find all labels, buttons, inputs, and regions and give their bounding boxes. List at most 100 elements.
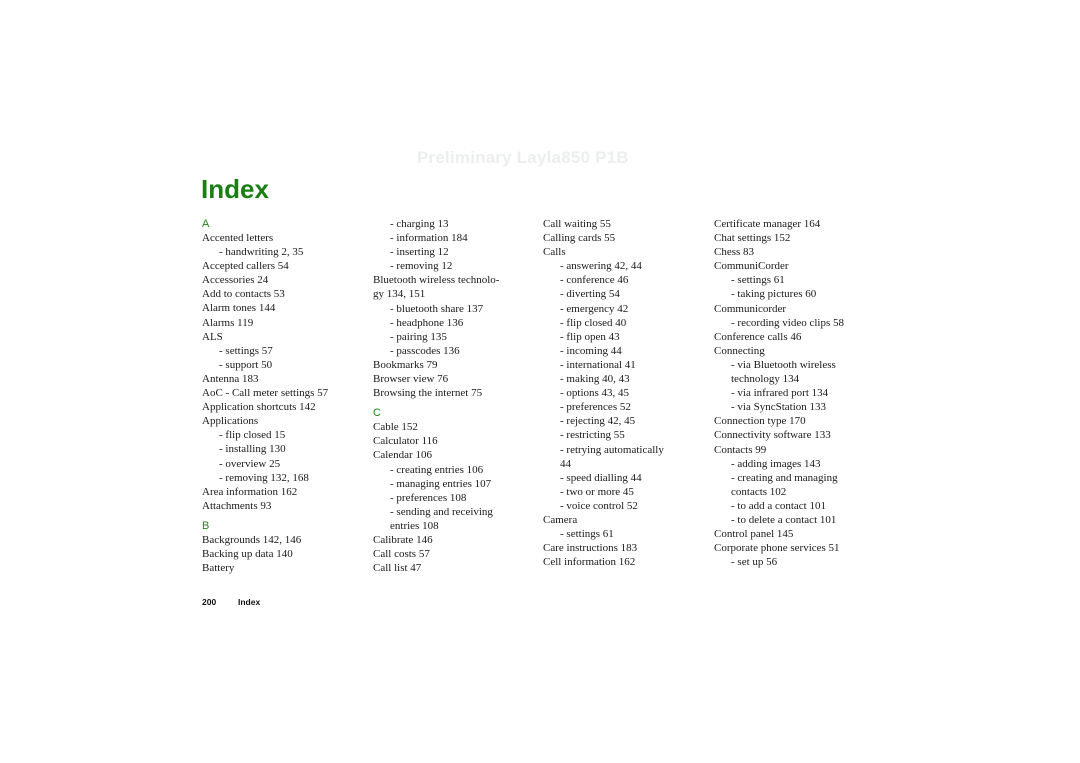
index-subentry: - bluetooth share 137 xyxy=(390,302,484,315)
index-subentry: - retrying automatically xyxy=(560,443,664,456)
index-subentry: - conference 46 xyxy=(560,274,629,287)
index-subentry: - adding images 143 xyxy=(731,457,821,470)
index-subentry: - managing entries 107 xyxy=(390,477,492,490)
index-subentry: - inserting 12 xyxy=(390,246,449,259)
index-entry: Accessories 24 xyxy=(202,274,269,287)
index-subentry: - international 41 xyxy=(560,358,636,371)
index-entry: Call waiting 55 xyxy=(543,218,611,230)
index-subentry: - settings 57 xyxy=(219,344,273,357)
index-subentry: - pairing 135 xyxy=(390,330,447,343)
index-subentry: - speed dialling 44 xyxy=(560,471,642,484)
index-entry: Area information 162 xyxy=(202,485,298,498)
index-entry: Attachments 93 xyxy=(202,499,272,512)
index-entry: Alarms 119 xyxy=(202,316,254,329)
index-subentry: - incoming 44 xyxy=(560,344,622,357)
index-subentry: - settings 61 xyxy=(731,274,785,287)
index-subentry: - removing 12 xyxy=(390,260,453,273)
index-subentry: - information 184 xyxy=(390,232,468,245)
page-footer: 200 Index xyxy=(202,597,260,607)
index-subentry: - flip open 43 xyxy=(560,330,620,343)
page-number: 200 xyxy=(202,597,217,607)
index-subentry: - installing 130 xyxy=(219,443,286,456)
index-entry: Accepted callers 54 xyxy=(202,260,289,273)
index-column-1: A Accented letters - handwriting 2, 35 Acce… xyxy=(202,217,367,575)
index-entry: Antenna 183 xyxy=(202,372,259,385)
index-subentry: - taking pictures 60 xyxy=(731,288,817,301)
section-letter: A xyxy=(202,218,210,230)
footer-section-title: Index xyxy=(238,597,261,607)
index-entry: CommuniCorder xyxy=(714,260,789,273)
index-entry: Calculator 116 xyxy=(373,435,438,448)
index-entry: Communicorder xyxy=(714,302,787,315)
index-subentry: - to add a contact 101 xyxy=(731,499,826,512)
index-entry: Control panel 145 xyxy=(714,528,794,541)
index-subentry: - handwriting 2, 35 xyxy=(219,246,304,259)
index-subentry: - rejecting 42, 45 xyxy=(560,415,636,428)
section-letter: C xyxy=(373,407,381,420)
index-entry: Contacts 99 xyxy=(714,443,767,456)
index-subentry: - flip closed 15 xyxy=(219,429,286,442)
index-entry-continuation: entries 108 xyxy=(390,519,439,532)
index-entry: Conference calls 46 xyxy=(714,330,802,343)
page-title: Index xyxy=(201,174,269,204)
section-letter: B xyxy=(202,519,210,532)
index-subentry: - headphone 136 xyxy=(390,316,464,329)
index-subentry: - settings 61 xyxy=(560,528,614,541)
index-subentry: - flip closed 40 xyxy=(560,316,627,329)
watermark-text: Preliminary Layla850 P1B xyxy=(417,148,629,167)
index-column-3: Call waiting 55 Calling cards 55 Calls - an… xyxy=(543,217,708,569)
index-column-4: Certificate manager 164 Chat settings 152… xyxy=(714,217,879,569)
index-entry: Cell information 162 xyxy=(543,556,636,569)
index-entry: ALS xyxy=(202,330,223,343)
index-subentry: - via SyncStation 133 xyxy=(731,401,827,414)
index-subentry: - two or more 45 xyxy=(560,485,634,498)
index-entry: Corporate phone services 51 xyxy=(714,542,840,555)
index-subentry: - answering 42, 44 xyxy=(560,260,642,273)
index-entry: Bluetooth wireless technolo- xyxy=(373,274,500,287)
index-subentry: - diverting 54 xyxy=(560,288,620,301)
index-entry: Call costs 57 xyxy=(373,548,430,561)
index-entry: Chat settings 152 xyxy=(714,232,791,245)
index-entry: Bookmarks 79 xyxy=(373,358,438,371)
index-entry: Applications xyxy=(202,415,259,428)
index-entry-continuation: contacts 102 xyxy=(731,485,787,498)
index-subentry: - via infrared port 134 xyxy=(731,387,829,400)
index-entry: Accented letters xyxy=(202,232,274,244)
index-entry: Connecting xyxy=(714,344,765,357)
index-entry: Browser view 76 xyxy=(373,373,449,386)
index-subentry: - passcodes 136 xyxy=(390,344,460,357)
index-entry: Battery xyxy=(202,562,235,575)
index-subentry: - set up 56 xyxy=(731,556,778,569)
index-entry: Chess 83 xyxy=(714,246,755,259)
index-entry: Calendar 106 xyxy=(373,449,432,462)
index-subentry: - creating and managing xyxy=(731,471,838,484)
index-entry: Connectivity software 133 xyxy=(714,429,831,442)
index-subentry: - recording video clips 58 xyxy=(731,316,845,329)
index-entry: AoC - Call meter settings 57 xyxy=(202,387,329,400)
index-subentry: - via Bluetooth wireless xyxy=(731,358,836,371)
index-entry-continuation: 44 xyxy=(560,457,571,470)
index-entry: Connection type 170 xyxy=(714,415,806,428)
index-entry: Backgrounds 142, 146 xyxy=(202,533,302,546)
index-subentry: - creating entries 106 xyxy=(390,463,484,476)
index-subentry: - voice control 52 xyxy=(560,499,638,512)
index-entry: Cable 152 xyxy=(373,421,418,434)
index-entry: Certificate manager 164 xyxy=(714,218,821,230)
index-subentry: - to delete a contact 101 xyxy=(731,513,837,526)
index-entry: Calibrate 146 xyxy=(373,533,433,546)
index-subentry: - restricting 55 xyxy=(560,429,625,442)
index-entry: Calls xyxy=(543,246,566,259)
index-entry: Calling cards 55 xyxy=(543,232,616,245)
index-entry: Alarm tones 144 xyxy=(202,302,276,315)
index-column-2: - charging 13 - information 184- insertin… xyxy=(373,217,538,575)
index-entry-continuation: technology 134 xyxy=(731,373,800,386)
index-entry: Backing up data 140 xyxy=(202,547,293,560)
index-entry-continuation: gy 134, 151 xyxy=(373,288,426,301)
index-subentry: - emergency 42 xyxy=(560,302,629,315)
index-entry: Browsing the internet 75 xyxy=(373,387,483,400)
index-subentry: - options 43, 45 xyxy=(560,387,630,400)
index-entry: Call list 47 xyxy=(373,562,422,575)
index-subentry: - charging 13 xyxy=(390,218,449,230)
index-entry: Care instructions 183 xyxy=(543,542,638,555)
index-subentry: - sending and receiving xyxy=(390,505,493,518)
